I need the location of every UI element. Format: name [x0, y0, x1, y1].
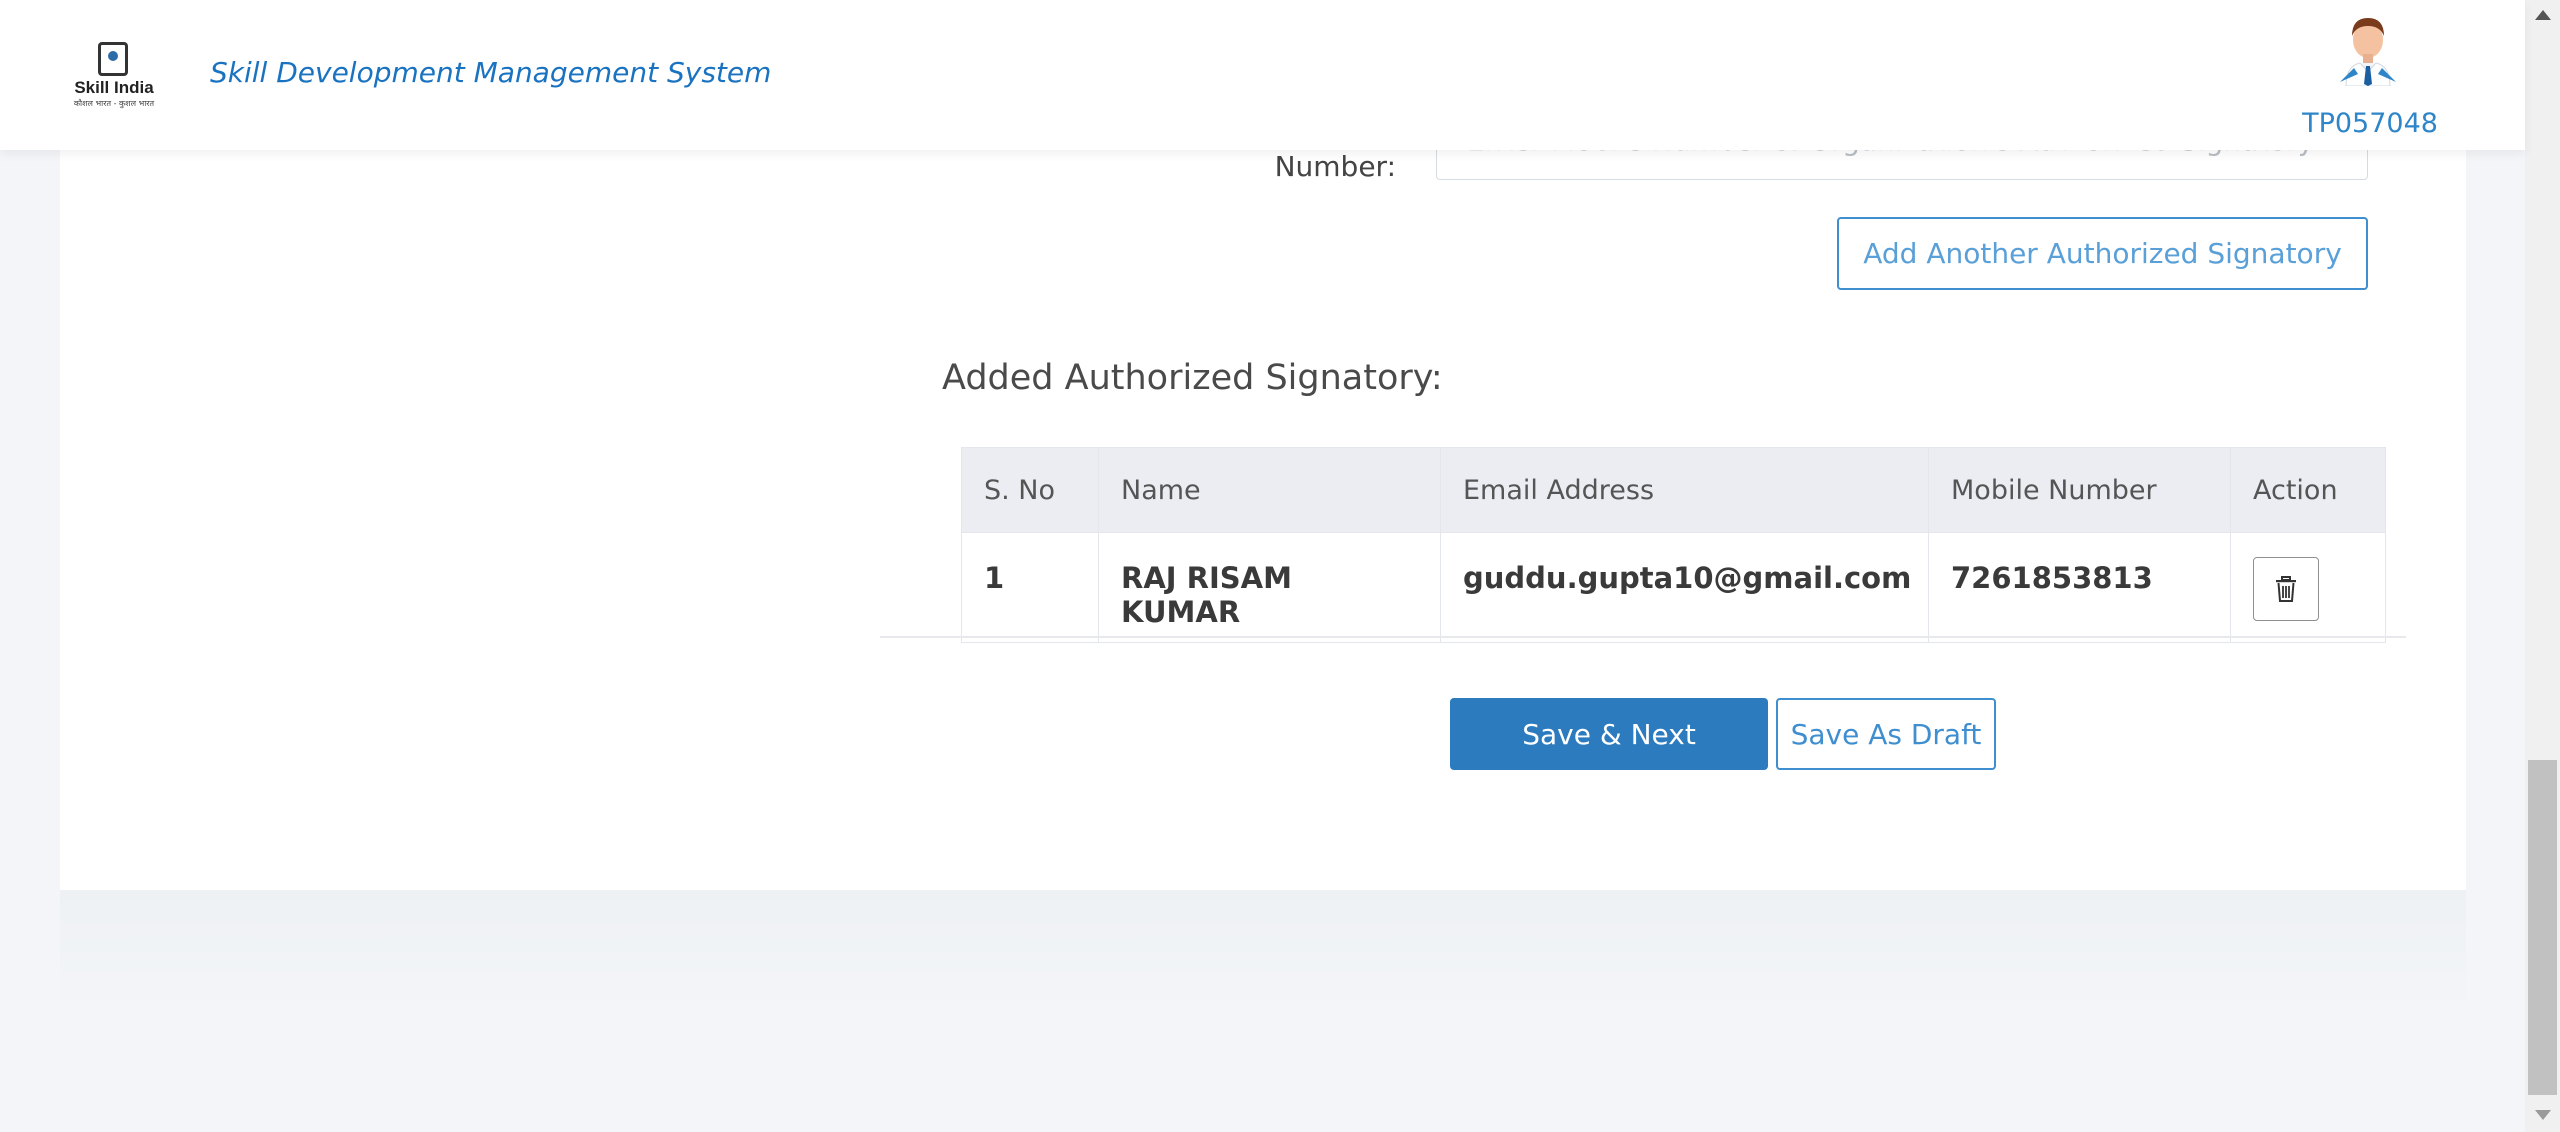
logo-mark-icon	[98, 42, 128, 76]
cell-action	[2230, 532, 2386, 643]
cell-name: RAJ RISAM KUMAR	[1098, 532, 1441, 643]
scroll-up-button[interactable]	[2525, 0, 2560, 30]
col-name: Name	[1098, 447, 1441, 533]
mobile-label: Number:	[1274, 150, 1396, 183]
delete-button[interactable]	[2253, 557, 2319, 621]
app-title: Skill Development Management System	[210, 56, 772, 89]
scroll-thumb[interactable]	[2528, 760, 2557, 1095]
divider	[880, 636, 2406, 638]
cell-email: guddu.gupta10@gmail.com	[1440, 532, 1929, 643]
save-draft-button[interactable]: Save As Draft	[1776, 698, 1996, 770]
top-header: Skill India कौशल भारत - कुशल भारत Skill …	[0, 0, 2525, 150]
save-next-button[interactable]: Save & Next	[1450, 698, 1768, 770]
add-signatory-button[interactable]: Add Another Authorized Signatory	[1837, 217, 2368, 290]
trash-icon	[2276, 576, 2296, 602]
page-scrollbar[interactable]	[2525, 0, 2560, 1132]
cell-sno: 1	[961, 532, 1099, 643]
col-email: Email Address	[1440, 447, 1929, 533]
scroll-down-button[interactable]	[2525, 1100, 2560, 1130]
signatory-table: S. No Name Email Address Mobile Number A…	[961, 447, 2386, 643]
lower-panel	[60, 890, 2466, 1010]
table-row: 1 RAJ RISAM KUMAR guddu.gupta10@gmail.co…	[961, 532, 2386, 643]
user-avatar-icon	[2340, 18, 2396, 86]
col-mobile: Mobile Number	[1928, 447, 2231, 533]
col-action: Action	[2230, 447, 2386, 533]
section-title: Added Authorized Signatory:	[942, 358, 1443, 398]
logo-tagline: कौशल भारत - कुशल भारत	[73, 99, 155, 108]
skill-india-logo[interactable]: Skill India कौशल भारत - कुशल भारत	[68, 38, 160, 114]
user-menu[interactable]: TP057048	[2290, 12, 2450, 142]
logo-name: Skill India	[74, 78, 154, 97]
cell-mobile: 7261853813	[1928, 532, 2231, 643]
col-sno: S. No	[961, 447, 1099, 533]
user-id: TP057048	[2302, 108, 2438, 139]
table-header-row: S. No Name Email Address Mobile Number A…	[961, 447, 2386, 533]
arrow-down-icon	[2534, 1110, 2551, 1120]
arrow-up-icon	[2534, 10, 2551, 20]
